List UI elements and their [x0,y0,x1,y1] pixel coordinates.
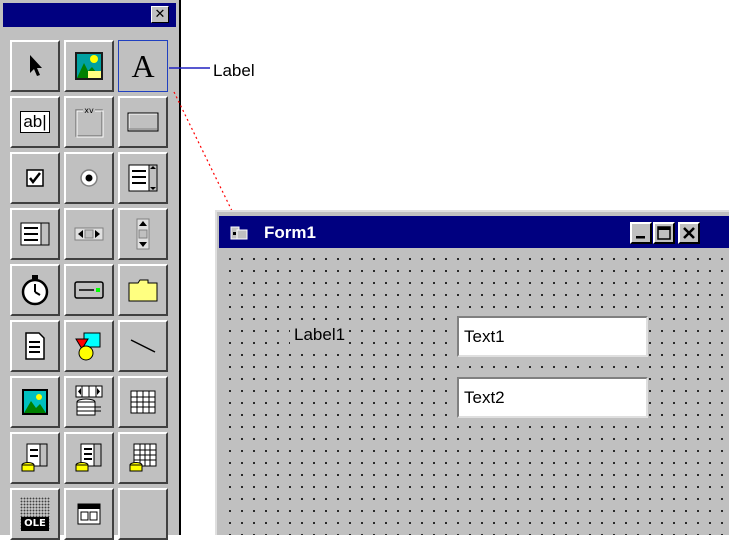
text1-control[interactable]: Text1 [457,316,648,357]
text2-control[interactable]: Text2 [457,377,648,418]
form-title: Form1 [264,223,316,242]
close-icon [683,227,695,239]
close-button[interactable] [678,222,700,244]
form-window-icon[interactable] [227,224,255,242]
maximize-icon [657,226,671,240]
minimize-icon [636,236,645,239]
minimize-button[interactable] [630,222,652,244]
label-callout-text: Label [213,61,255,80]
maximize-button[interactable] [653,222,675,244]
label1-control[interactable]: Label1 [290,323,350,347]
